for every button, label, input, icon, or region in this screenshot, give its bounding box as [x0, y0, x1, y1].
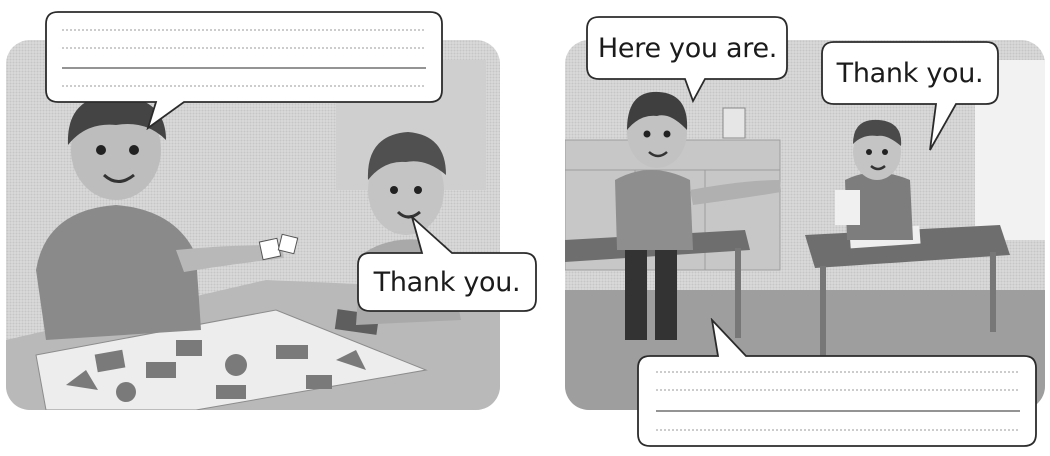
speech-text-thank-you-right: Thank you. [836, 57, 984, 89]
worksheet-page: Thank you. Here you are. Thank you. [0, 0, 1050, 456]
speech-text-thank-you-left: Thank you. [373, 266, 521, 298]
blank-speech-bubble-left[interactable] [44, 10, 444, 130]
pencil-cup [722, 107, 746, 139]
dice [258, 233, 299, 261]
blank-speech-bubble-right[interactable] [636, 318, 1040, 450]
paper [835, 190, 860, 225]
speech-text-here-you-are: Here you are. [597, 32, 778, 64]
